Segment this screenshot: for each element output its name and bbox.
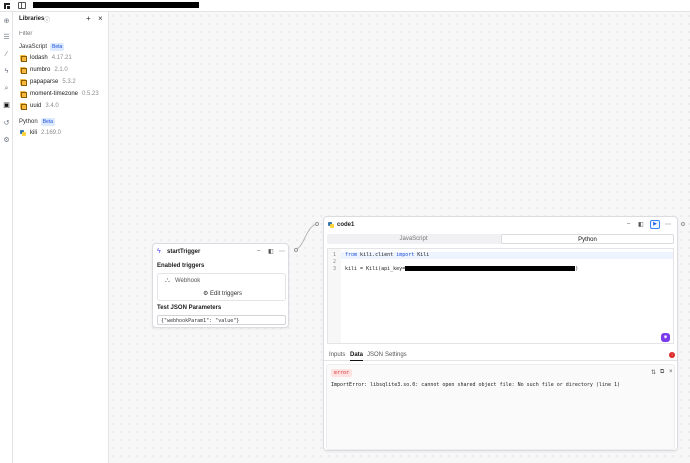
library-version: 3.4.0 [45,103,59,109]
library-item[interactable]: kili 2.169.0 [20,130,61,136]
gear-icon[interactable]: ⚙ [3,137,10,144]
node-title: startTrigger [167,249,201,255]
language-toggle: JavaScript Python [327,234,674,244]
beta-badge: Beta [40,118,55,126]
info-icon[interactable]: ⓘ [44,15,50,24]
more-icon[interactable]: ⋯ [665,221,671,228]
library-item[interactable]: papaparse 5.3.2 [20,79,76,86]
library-name: moment-timezone [30,91,79,97]
code-line: kili = Kili(api_key=) [345,266,579,272]
more-icon[interactable]: ⋯ [279,248,285,255]
python-tab[interactable]: Python [501,234,674,244]
sidebar-toggle-icon[interactable] [18,2,26,9]
beta-badge: Beta [50,43,65,51]
library-version: 2.1.0 [54,67,68,73]
library-item[interactable]: lodash 4.17.21 [20,55,72,62]
library-item[interactable]: moment-timezone 0.5.23 [20,91,99,98]
error-indicator-icon: ! [669,352,675,358]
library-name: uuid [30,103,42,109]
edit-triggers-label: Edit triggers [210,291,243,297]
javascript-icon [20,79,27,86]
javascript-icon [20,91,27,98]
bolt-icon[interactable]: ϟ [3,68,10,75]
library-name: papaparse [30,79,59,85]
copy-icon[interactable]: ⧉ [660,369,664,376]
close-icon[interactable]: × [98,14,103,23]
library-version: 4.17.21 [51,55,72,61]
enabled-triggers-label: Enabled triggers [157,263,205,269]
test-json-input[interactable]: {"webhookParam1": "value"} [157,315,286,325]
javascript-icon [20,55,27,62]
gear-icon: ⚙ [203,291,211,297]
webhook-trigger-card: ⛬ Webhook ⚙ Edit triggers [157,273,286,301]
code-node[interactable]: code1 – ◧ ▶ ⋯ JavaScript Python 1 2 3 fr… [323,216,678,451]
left-rail: ⊕ ☰ ⁄ ϟ ⌕ ▣ ↺ ⚙ [0,12,13,463]
ai-assistant-icon[interactable]: ◉ [661,333,670,342]
output-box: error ⇅ ⧉ × ImportError: libsqlite3.so.0… [326,364,675,450]
library-name: kili [30,130,37,136]
test-json-label: Test JSON Parameters [157,305,222,311]
minimize-icon[interactable]: – [627,221,630,227]
library-name: numbro [30,67,51,73]
input-port[interactable] [315,222,319,226]
code-editor[interactable]: 1 2 3 from kili.client import Kili kili … [327,248,674,344]
javascript-section: JavaScript Beta [19,43,65,51]
libraries-title: Libraries [19,16,45,22]
list-icon[interactable]: ☰ [3,34,10,41]
python-icon [328,222,334,228]
app-title-redacted [33,2,199,8]
close-icon[interactable]: × [669,369,673,375]
output-port[interactable] [681,222,685,226]
library-name: lodash [30,55,48,61]
python-section: Python Beta [19,118,55,126]
tab-data[interactable]: Data [350,352,364,361]
section-label: Python [19,119,38,125]
output-port[interactable] [294,248,298,252]
minimize-icon[interactable]: – [257,248,260,254]
start-trigger-node[interactable]: ϟ startTrigger – ◧ ⋯ Enabled triggers ⛬ … [152,243,289,328]
package-icon[interactable]: ▣ [3,102,10,109]
tab-json[interactable]: JSON [367,352,383,358]
edit-triggers-button[interactable]: ⚙ Edit triggers [203,290,242,297]
redacted-api-key [405,266,576,271]
expand-icon[interactable]: ◧ [268,248,274,255]
javascript-tab[interactable]: JavaScript [327,234,500,244]
plus-circle-icon[interactable]: ⊕ [3,18,10,25]
connection-line [293,223,319,251]
filter-input[interactable] [19,31,99,37]
python-icon [20,130,26,136]
library-version: 2.169.0 [41,130,62,136]
javascript-icon [20,67,27,74]
sparkle-icon[interactable]: ⁄ [3,51,10,58]
tab-inputs[interactable]: Inputs [329,352,345,358]
output-tabs: Inputs Data JSON Settings ! [324,349,677,361]
history-icon[interactable]: ↺ [3,120,10,127]
tab-settings[interactable]: Settings [385,352,407,358]
app-logo-icon[interactable] [3,2,11,10]
bolt-icon: ϟ [157,248,161,255]
error-message: ImportError: libsqlite3.so.0: cannot ope… [331,382,620,388]
library-version: 5.3.2 [62,79,76,85]
expand-icon[interactable]: ◧ [638,221,644,228]
libraries-panel: Libraries ⓘ + × JavaScript Beta lodash 4… [13,12,109,463]
library-item[interactable]: uuid 3.4.0 [20,103,59,110]
node-title: code1 [337,222,355,228]
code-line: from kili.client import Kili [345,252,430,258]
webhook-icon: ⛬ [165,277,170,284]
add-icon[interactable]: + [86,14,91,23]
javascript-icon [20,103,27,110]
webhook-label: Webhook [175,278,201,284]
library-item[interactable]: numbro 2.1.0 [20,67,68,74]
output-panel: error ⇅ ⧉ × ImportError: libsqlite3.so.0… [324,362,677,450]
line-number: 1 [333,252,337,258]
line-number: 3 [333,266,337,272]
library-version: 0.5.23 [82,91,99,97]
line-number: 2 [333,259,337,265]
error-badge: error [331,369,353,377]
search-icon[interactable]: ⌕ [3,85,10,92]
run-button[interactable]: ▶ [650,220,660,229]
section-label: JavaScript [19,44,48,50]
top-bar [0,0,690,12]
wrap-icon[interactable]: ⇅ [651,369,656,376]
